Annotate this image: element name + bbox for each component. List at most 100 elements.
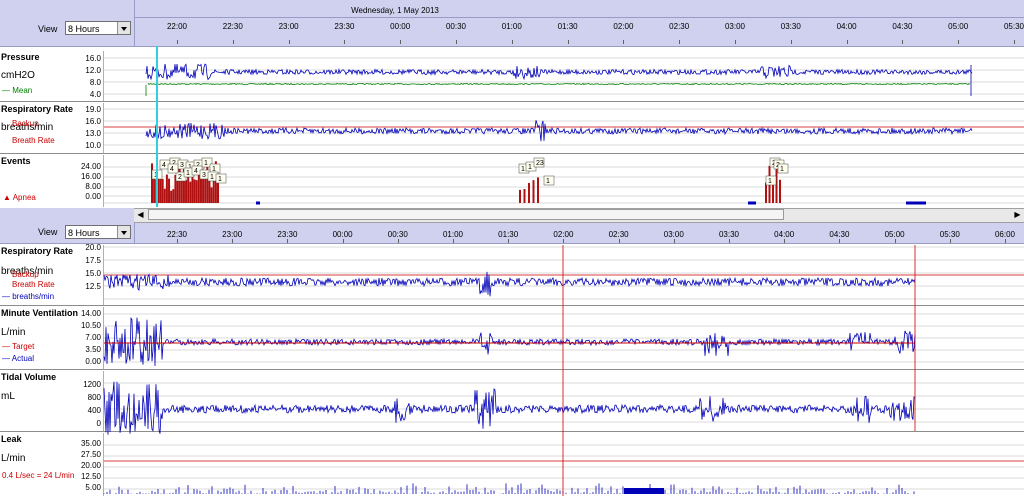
minvent-actual-trace (103, 316, 916, 367)
events-label-panel: Events ▲ Apnea 24.00 16.00 8.00 0.00 (0, 155, 104, 207)
separator (0, 305, 1024, 306)
event-flag-box (183, 167, 195, 178)
leak-axis-35: 35.00 (80, 439, 101, 448)
event-flag-label: 1 (212, 166, 216, 173)
bottom-time-tick (453, 239, 454, 243)
minute-vent-label-panel: Minute Ventilation L/min — Target — Actu… (0, 307, 104, 369)
event-flag-label: 3 (180, 162, 184, 169)
top-time-label: 22:00 (166, 22, 188, 31)
event-flag-box (533, 157, 545, 168)
event-flag-box (207, 171, 219, 182)
leak-title: Leak (1, 434, 22, 444)
event-flag-box (209, 163, 221, 174)
chevron-down-icon[interactable] (117, 226, 130, 238)
bottom-time-tick (673, 239, 675, 243)
bottom-time-label: 04:30 (829, 230, 850, 239)
resp-top-trace (145, 120, 973, 142)
event-flag-box (151, 169, 163, 180)
pressure-label-panel: Pressure cmH2O — Mean 16.0 12.0 8.0 4.0 (0, 51, 104, 101)
bottom-time-tick (397, 239, 399, 243)
top-time-tick (1014, 40, 1015, 44)
event-flag-label: 2 (178, 174, 182, 181)
view-select-top[interactable]: 8 Hours (65, 21, 131, 35)
top-time-label: 22:30 (222, 22, 243, 31)
event-flag-label: 2 (172, 160, 176, 167)
leak-note: 0.4 L/sec = 24 L/min (2, 471, 75, 480)
bottom-time-tick (563, 239, 565, 243)
top-time-label: 00:30 (445, 22, 467, 31)
top-time-tick (344, 40, 346, 44)
view-label-top: View (38, 24, 58, 34)
bottom-time-label: 02:30 (608, 230, 629, 239)
event-flag-label: 1 (154, 172, 158, 179)
separator (0, 153, 1024, 154)
event-flag-box (773, 159, 785, 170)
top-time-tick (456, 40, 457, 44)
resp-rate-bottom-legend-backup: Backup (12, 270, 39, 279)
bottom-time-tick (729, 239, 730, 243)
bottom-time-tick (1005, 239, 1006, 243)
minute-vent-legend-actual: — Actual (2, 354, 35, 363)
bottom-time-label: 02:00 (553, 230, 574, 239)
bottom-time-label: 01:00 (442, 230, 464, 239)
top-time-tick (400, 40, 402, 44)
event-flag-box (191, 165, 203, 176)
view-select-bottom[interactable]: 8 Hours (65, 225, 131, 239)
minute-vent-axis-7: 7.00 (85, 333, 101, 342)
scroll-left-arrow-icon[interactable]: ◀ (134, 208, 147, 221)
top-time-label: 05:30 (1003, 22, 1024, 31)
pressure-axis-16: 16.0 (85, 54, 101, 63)
leak-axis-5: 5.00 (85, 483, 101, 492)
graph-area[interactable]: 14 2 3 1 2 1121 43 1 11 1231 12 214 (0, 0, 1024, 496)
minute-vent-title: Minute Ventilation (1, 308, 79, 318)
scrollbar-left-fill (0, 208, 134, 223)
top-time-label: 05:00 (948, 22, 969, 31)
top-time-tick (177, 40, 178, 44)
bottom-time-tick (287, 239, 289, 243)
event-flag-box (159, 159, 171, 170)
event-flag-label: 1 (204, 160, 208, 167)
bottom-time-tick (342, 239, 344, 243)
pressure-unit: cmH2O (1, 70, 35, 81)
tidal-volume-axis-800: 800 (87, 393, 101, 402)
event-flag-label: 23 (536, 160, 544, 167)
resp-rate-bottom-legend-breath-rate: Breath Rate (12, 280, 55, 289)
bottom-time-label: 03:30 (718, 230, 740, 239)
resp-rate-top-axis-16: 16.0 (85, 117, 101, 126)
bottom-time-label: 05:30 (939, 230, 960, 239)
minute-vent-legend-target: — Target (2, 342, 35, 351)
event-flag-label: 1 (188, 164, 192, 171)
event-flag-label: 1 (780, 166, 784, 173)
top-time-tick (735, 40, 736, 44)
event-flag-box (199, 169, 211, 180)
event-flag-box (765, 175, 777, 186)
scroll-right-arrow-icon[interactable]: ▶ (1011, 208, 1024, 221)
event-flag-box (525, 161, 537, 172)
bottom-time-label: 05:00 (884, 230, 905, 239)
event-flag-label: 4 (162, 162, 166, 169)
top-time-tick (623, 40, 625, 44)
top-time-tick (846, 40, 848, 44)
top-time-tick (511, 40, 513, 44)
events-axis-8: 8.00 (85, 182, 101, 191)
resp-rate-top-axis-13: 13.0 (85, 129, 101, 138)
separator (0, 431, 1024, 432)
events-legend-apnea: ▲ Apnea (3, 193, 36, 202)
top-time-tick (790, 40, 792, 44)
top-time-label: 03:30 (780, 22, 801, 31)
leak-block (624, 488, 664, 494)
event-flag-label: 4 (194, 168, 198, 175)
top-time-tick (288, 40, 290, 44)
pressure-axis-12: 12.0 (85, 66, 101, 75)
events-title: Events (1, 156, 31, 166)
leak-axis-27: 27.50 (80, 450, 101, 459)
view-select-bottom-value: 8 Hours (68, 228, 100, 238)
event-flag-label: 2 (776, 162, 780, 169)
chevron-down-icon[interactable] (117, 22, 130, 34)
top-time-tick (567, 40, 569, 44)
event-flag-label: 1 (546, 178, 550, 185)
scroll-thumb[interactable] (148, 209, 784, 220)
event-flag-label: 2 (196, 162, 200, 169)
bottom-time-label: 00:30 (387, 230, 408, 239)
bottom-time-label: 00:00 (332, 230, 353, 239)
